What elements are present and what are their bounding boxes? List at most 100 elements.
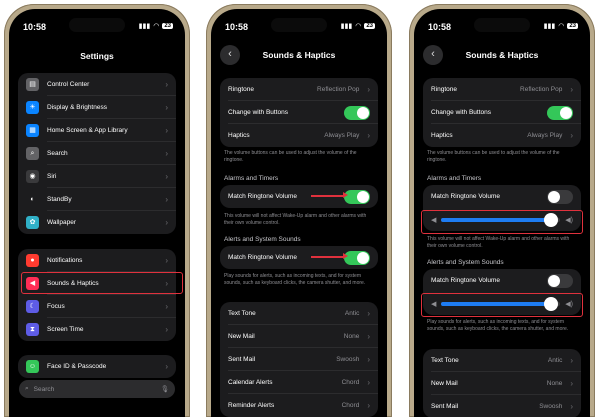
match-ringtone-row-alarms[interactable]: Match Ringtone Volume — [423, 185, 581, 208]
highlight-box-sounds — [21, 272, 183, 294]
row-label: Match Ringtone Volume — [431, 193, 501, 200]
settings-row[interactable]: Calendar Alerts Chord › — [220, 371, 378, 394]
chevron-right-icon: › — [165, 195, 168, 204]
note-alarms: This volume will not affect Wake-Up alar… — [427, 236, 570, 249]
status-time: 10:58 — [225, 22, 249, 32]
page-title: Settings — [80, 51, 114, 61]
chevron-right-icon: › — [570, 131, 573, 140]
row-label: Text Tone — [431, 357, 459, 364]
status-time: 10:58 — [23, 22, 47, 32]
row-label: Change with Buttons — [228, 109, 288, 116]
settings-group-general: ▤ Control Center › ☀ Display & Brightness › ▦ H… — [18, 73, 176, 234]
row-label: Reminder Alerts — [228, 402, 275, 409]
chevron-right-icon: › — [367, 378, 370, 387]
section-header-alarms: Alarms and Timers — [224, 175, 279, 182]
row-label: Display & Brightness — [47, 104, 107, 111]
settings-row[interactable]: Haptics Always Play › — [220, 124, 378, 147]
row-label: Wallpaper — [47, 219, 77, 226]
chevron-right-icon: › — [570, 402, 573, 411]
microphone-icon[interactable]: 🎙︎ — [161, 385, 169, 393]
chevron-right-icon: › — [367, 131, 370, 140]
settings-row[interactable]: ☺ Face ID & Passcode › — [18, 355, 176, 378]
settings-row[interactable]: New Mail None › — [423, 372, 581, 395]
settings-row[interactable]: ⌕ Search › — [18, 142, 176, 165]
settings-group-notifications: ● Notifications › ◀ Sounds & Haptics › ☾ Focus ›… — [18, 249, 176, 341]
change-with-buttons-toggle[interactable] — [547, 105, 573, 120]
chevron-right-icon: › — [165, 256, 168, 265]
wifi-icon: ◠ — [558, 23, 565, 30]
phone-settings: 10:58 ▮▮▮ ◠ 23 Settings ▤ Control Center ›… — [4, 4, 190, 417]
nav-bar: ‹ Sounds & Haptics — [211, 45, 387, 67]
brightness-icon: ☀ — [26, 101, 39, 114]
settings-row[interactable]: ☾ Focus › — [18, 295, 176, 318]
status-bar: 10:58 ▮▮▮ ◠ 23 — [9, 9, 185, 39]
settings-row[interactable]: ✿ Wallpaper › — [18, 211, 176, 234]
chevron-right-icon: › — [165, 149, 168, 158]
signal-icon: ▮▮▮ — [543, 23, 556, 30]
phone-sounds-on: 10:58 ▮▮▮ ◠ 23 ‹ Sounds & Haptics Ringto… — [206, 4, 392, 417]
wifi-icon: ◠ — [355, 23, 362, 30]
status-bar: 10:58 ▮▮▮ ◠ 23 — [211, 9, 387, 39]
settings-row[interactable]: Haptics Always Play › — [423, 124, 581, 147]
note-volume-buttons: The volume buttons can be used to adjust… — [427, 150, 560, 163]
row-label: Ringtone — [228, 86, 255, 93]
row-label: Siri — [47, 173, 57, 180]
settings-row[interactable]: New Mail None › — [220, 325, 378, 348]
nav-bar: ‹ Sounds & Haptics — [414, 45, 590, 67]
settings-row[interactable]: ◉ Siri › — [18, 165, 176, 188]
settings-row[interactable]: Text Tone Antic › — [423, 349, 581, 372]
notifications-icon: ● — [26, 254, 39, 267]
row-value: Antic — [547, 357, 563, 364]
wallpaper-icon: ✿ — [26, 216, 39, 229]
settings-row[interactable]: Ringtone Reflection Pop › — [423, 78, 581, 101]
settings-row[interactable]: Reminder Alerts Chord › — [220, 394, 378, 417]
settings-group-security: ☺ Face ID & Passcode › — [18, 355, 176, 378]
note-alerts: Play sounds for alerts, such as incoming… — [427, 319, 569, 332]
settings-row[interactable]: Change with Buttons — [220, 101, 378, 124]
settings-row[interactable]: ◐ StandBy › — [18, 188, 176, 211]
match-ringtone-toggle-alarms[interactable] — [547, 189, 573, 204]
settings-row[interactable]: Text Tone Antic › — [220, 302, 378, 325]
settings-row[interactable]: Sent Mail Swoosh › — [423, 395, 581, 417]
phone-sounds-sliders: 10:58 ▮▮▮ ◠ 23 ‹ Sounds & Haptics Ringto… — [409, 4, 595, 417]
row-label: Screen Time — [47, 326, 84, 333]
section-header-alerts: Alerts and System Sounds — [224, 236, 301, 243]
chevron-right-icon: › — [570, 379, 573, 388]
settings-row[interactable]: ☀ Display & Brightness › — [18, 96, 176, 119]
settings-row[interactable]: ▤ Control Center › — [18, 73, 176, 96]
settings-row[interactable]: ⧗ Screen Time › — [18, 318, 176, 341]
sounds-screen-sliders: 10:58 ▮▮▮ ◠ 23 ‹ Sounds & Haptics Ringto… — [414, 9, 590, 417]
chevron-right-icon: › — [570, 356, 573, 365]
settings-row[interactable]: ● Notifications › — [18, 249, 176, 272]
match-ringtone-row-alerts[interactable]: Match Ringtone Volume — [423, 269, 581, 292]
search-icon: ⌕ — [25, 385, 29, 392]
row-label: Face ID & Passcode — [47, 363, 107, 370]
settings-row[interactable]: ▦ Home Screen & App Library › — [18, 119, 176, 142]
settings-row[interactable]: Ringtone Reflection Pop › — [220, 78, 378, 101]
change-with-buttons-toggle[interactable] — [344, 105, 370, 120]
moon-icon: ☾ — [26, 300, 39, 313]
search-input[interactable]: Search — [34, 386, 156, 393]
section-header-alerts: Alerts and System Sounds — [427, 259, 504, 266]
settings-row[interactable]: Sent Mail Swoosh › — [220, 348, 378, 371]
row-label: New Mail — [431, 380, 458, 387]
face-id-icon: ☺ — [26, 360, 39, 373]
settings-row[interactable]: Change with Buttons — [423, 101, 581, 124]
row-value: Swoosh — [539, 403, 563, 410]
red-arrow-alarms — [311, 192, 348, 198]
row-label: Ringtone — [431, 86, 458, 93]
match-ringtone-toggle-alerts[interactable] — [547, 273, 573, 288]
chevron-right-icon: › — [165, 103, 168, 112]
chevron-right-icon: › — [165, 126, 168, 135]
dynamic-island — [474, 18, 530, 32]
page-title: Sounds & Haptics — [262, 50, 336, 60]
row-value: Swoosh — [336, 356, 360, 363]
match-ringtone-row-alerts[interactable]: Match Ringtone Volume — [220, 246, 378, 269]
chevron-right-icon: › — [367, 309, 370, 318]
row-label: Control Center — [47, 81, 90, 88]
row-label: Haptics — [228, 132, 250, 139]
row-label: Focus — [47, 303, 65, 310]
match-ringtone-row-alarms[interactable]: Match Ringtone Volume — [220, 185, 378, 208]
search-bar[interactable]: ⌕ Search 🎙︎ — [19, 380, 175, 398]
highlight-box-alarm-slider — [421, 210, 583, 234]
